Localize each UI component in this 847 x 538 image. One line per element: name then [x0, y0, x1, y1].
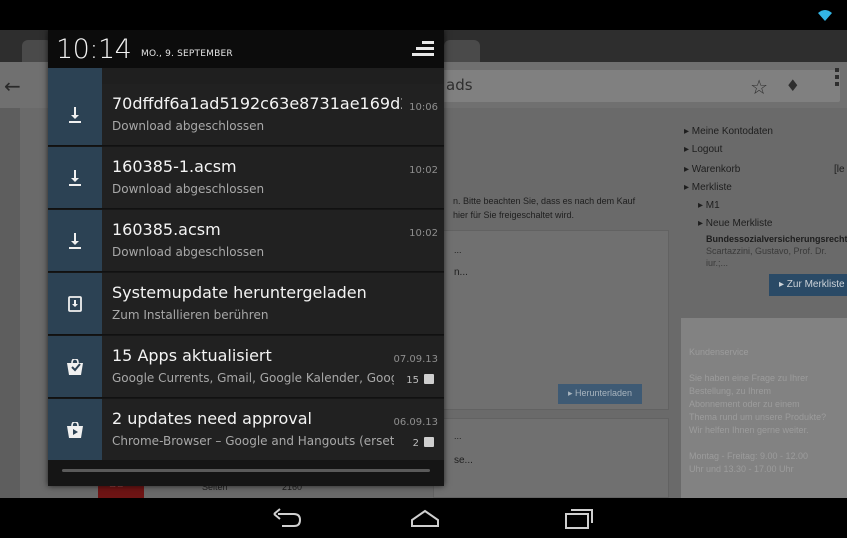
- link-merkliste[interactable]: ▸ Merkliste: [684, 182, 732, 193]
- link-meine-kontodaten[interactable]: ▸ Meine Kontodaten: [684, 126, 773, 137]
- notification-time: 07.09.13: [393, 354, 438, 365]
- zur-merkliste-button[interactable]: ▸ Zur Merkliste: [769, 274, 847, 296]
- notification-time: 06.09.13: [393, 417, 438, 428]
- play-store-small-icon: [424, 374, 434, 384]
- purchase-notice-2: hier für Sie freigeschaltet wird.: [453, 210, 575, 220]
- kundenservice-heading: Kundenservice: [689, 347, 749, 357]
- notification-time: 10:02: [409, 228, 438, 239]
- notification-title: 2 updates need approval: [112, 409, 312, 428]
- kundenservice-text: Thema rund um unsere Produkte?: [689, 412, 827, 422]
- notification-title: Systemupdate heruntergeladen: [112, 283, 367, 302]
- play-store-icon: [48, 336, 102, 397]
- date-label: MO., 9. SEPTEMBER: [141, 49, 233, 59]
- kundenservice-text: Bestellung, zu Ihrem: [689, 386, 772, 396]
- card-dots: ...: [454, 245, 462, 255]
- shade-header: 10:14 MO., 9. SEPTEMBER: [48, 30, 444, 68]
- notification-icon-area: [48, 68, 102, 84]
- shade-footer[interactable]: [48, 460, 444, 486]
- product-card: ... n...: [433, 230, 669, 410]
- notification-title: 15 Apps aktualisiert: [112, 346, 272, 365]
- notification-count: 2: [413, 437, 434, 449]
- download-icon: [48, 210, 102, 271]
- notification-item[interactable]: 160385.acsm Download abgeschlossen 10:02: [48, 210, 444, 272]
- clock: 10:14: [56, 34, 132, 65]
- download-icon: [48, 147, 102, 208]
- notification-subtitle: Google Currents, Gmail, Google Kalender,…: [112, 371, 394, 385]
- kundenservice-text: Wir helfen Ihnen gerne weiter.: [689, 425, 809, 435]
- notification-title: 160385-1.acsm: [112, 157, 237, 176]
- kundenservice-text: Sie haben eine Frage zu Ihrer: [689, 373, 809, 383]
- shade-drag-handle[interactable]: [62, 469, 430, 472]
- merkliste-entry-title[interactable]: Bundessozialversicherungsrecht: [706, 234, 847, 244]
- wifi-icon: [818, 10, 832, 21]
- quick-settings-icon[interactable]: [412, 41, 434, 59]
- kundenservice-text: Abonnement oder zu einem: [689, 399, 800, 409]
- notification-shade: 10:14 MO., 9. SEPTEMBER 70dffdf6a1ad5192…: [48, 30, 444, 486]
- star-icon[interactable]: ☆: [750, 75, 768, 99]
- card-dots: ...: [454, 431, 462, 441]
- notification-subtitle: Download abgeschlossen: [112, 245, 265, 259]
- link-warenkorb[interactable]: ▸ Warenkorb: [684, 164, 740, 175]
- merkliste-entry-author: Scartazzini, Gustavo, Prof. Dr.: [706, 246, 827, 256]
- notification-count: 15: [406, 374, 434, 386]
- new-tab-button[interactable]: [444, 40, 480, 62]
- back-arrow-icon[interactable]: ←: [4, 74, 21, 98]
- play-store-icon: [48, 399, 102, 460]
- notification-item[interactable]: 160385-1.acsm Download abgeschlossen 10:…: [48, 147, 444, 209]
- notification-subtitle: Download abgeschlossen: [112, 182, 265, 196]
- product-card: ... se...: [433, 418, 669, 498]
- omnibox-text: ads: [446, 76, 473, 94]
- purchase-notice: n. Bitte beachten Sie, dass es nach dem …: [453, 196, 636, 206]
- notification-count-value: 15: [406, 375, 419, 386]
- warenkorb-count: [le: [834, 164, 845, 175]
- tablet-screen: ← ads ☆ ♦ n. Bitte beachten Sie, dass es…: [0, 0, 847, 538]
- notification-time: 10:02: [409, 165, 438, 176]
- status-bar: [0, 0, 847, 30]
- play-store-small-icon: [424, 437, 434, 447]
- navigation-bar: [0, 498, 847, 538]
- card-title: se...: [454, 455, 473, 466]
- notification-item[interactable]: 70dffdf6a1ad5192c63e8731ae169d24.epub Do…: [48, 84, 444, 146]
- notification-time: 10:06: [409, 102, 438, 113]
- kundenservice-hours: Montag - Freitag: 9.00 - 12.00: [689, 451, 809, 461]
- merkliste-neue[interactable]: ▸ Neue Merkliste: [698, 218, 773, 229]
- system-update-icon: [48, 273, 102, 334]
- notification-item[interactable]: 2 updates need approval Chrome-Browser –…: [48, 399, 444, 461]
- merkliste-m1[interactable]: ▸ M1: [698, 200, 720, 211]
- notification-title: 70dffdf6a1ad5192c63e8731ae169d24.epub: [112, 94, 402, 113]
- kundenservice-hours: Uhr und 13.30 - 17.00 Uhr: [689, 464, 794, 474]
- notification-subtitle: Zum Installieren berühren: [112, 308, 269, 322]
- mic-icon[interactable]: ♦: [786, 76, 800, 95]
- merkliste-entry-extra: iur.;...: [706, 258, 729, 268]
- overflow-menu-icon[interactable]: [835, 68, 841, 88]
- notification-item[interactable]: Systemupdate heruntergeladen Zum Install…: [48, 273, 444, 335]
- download-icon: [48, 84, 102, 145]
- notification-item[interactable]: 15 Apps aktualisiert Google Currents, Gm…: [48, 336, 444, 398]
- link-logout[interactable]: ▸ Logout: [684, 144, 722, 155]
- notification-title: 160385.acsm: [112, 220, 221, 239]
- notification-subtitle: Chrome-Browser – Google and Hangouts (er…: [112, 434, 394, 448]
- kundenservice-box: Kundenservice Sie haben eine Frage zu Ih…: [681, 318, 847, 498]
- nav-back-icon[interactable]: [270, 506, 304, 530]
- notification-subtitle: Download abgeschlossen: [112, 119, 265, 133]
- card-title: n...: [454, 267, 468, 278]
- nav-recents-icon[interactable]: [562, 506, 596, 530]
- nav-home-icon[interactable]: [408, 506, 442, 530]
- notification-count-value: 2: [412, 438, 419, 449]
- notification-partial[interactable]: [48, 68, 444, 84]
- download-button[interactable]: ▸ Herunterladen: [558, 384, 642, 404]
